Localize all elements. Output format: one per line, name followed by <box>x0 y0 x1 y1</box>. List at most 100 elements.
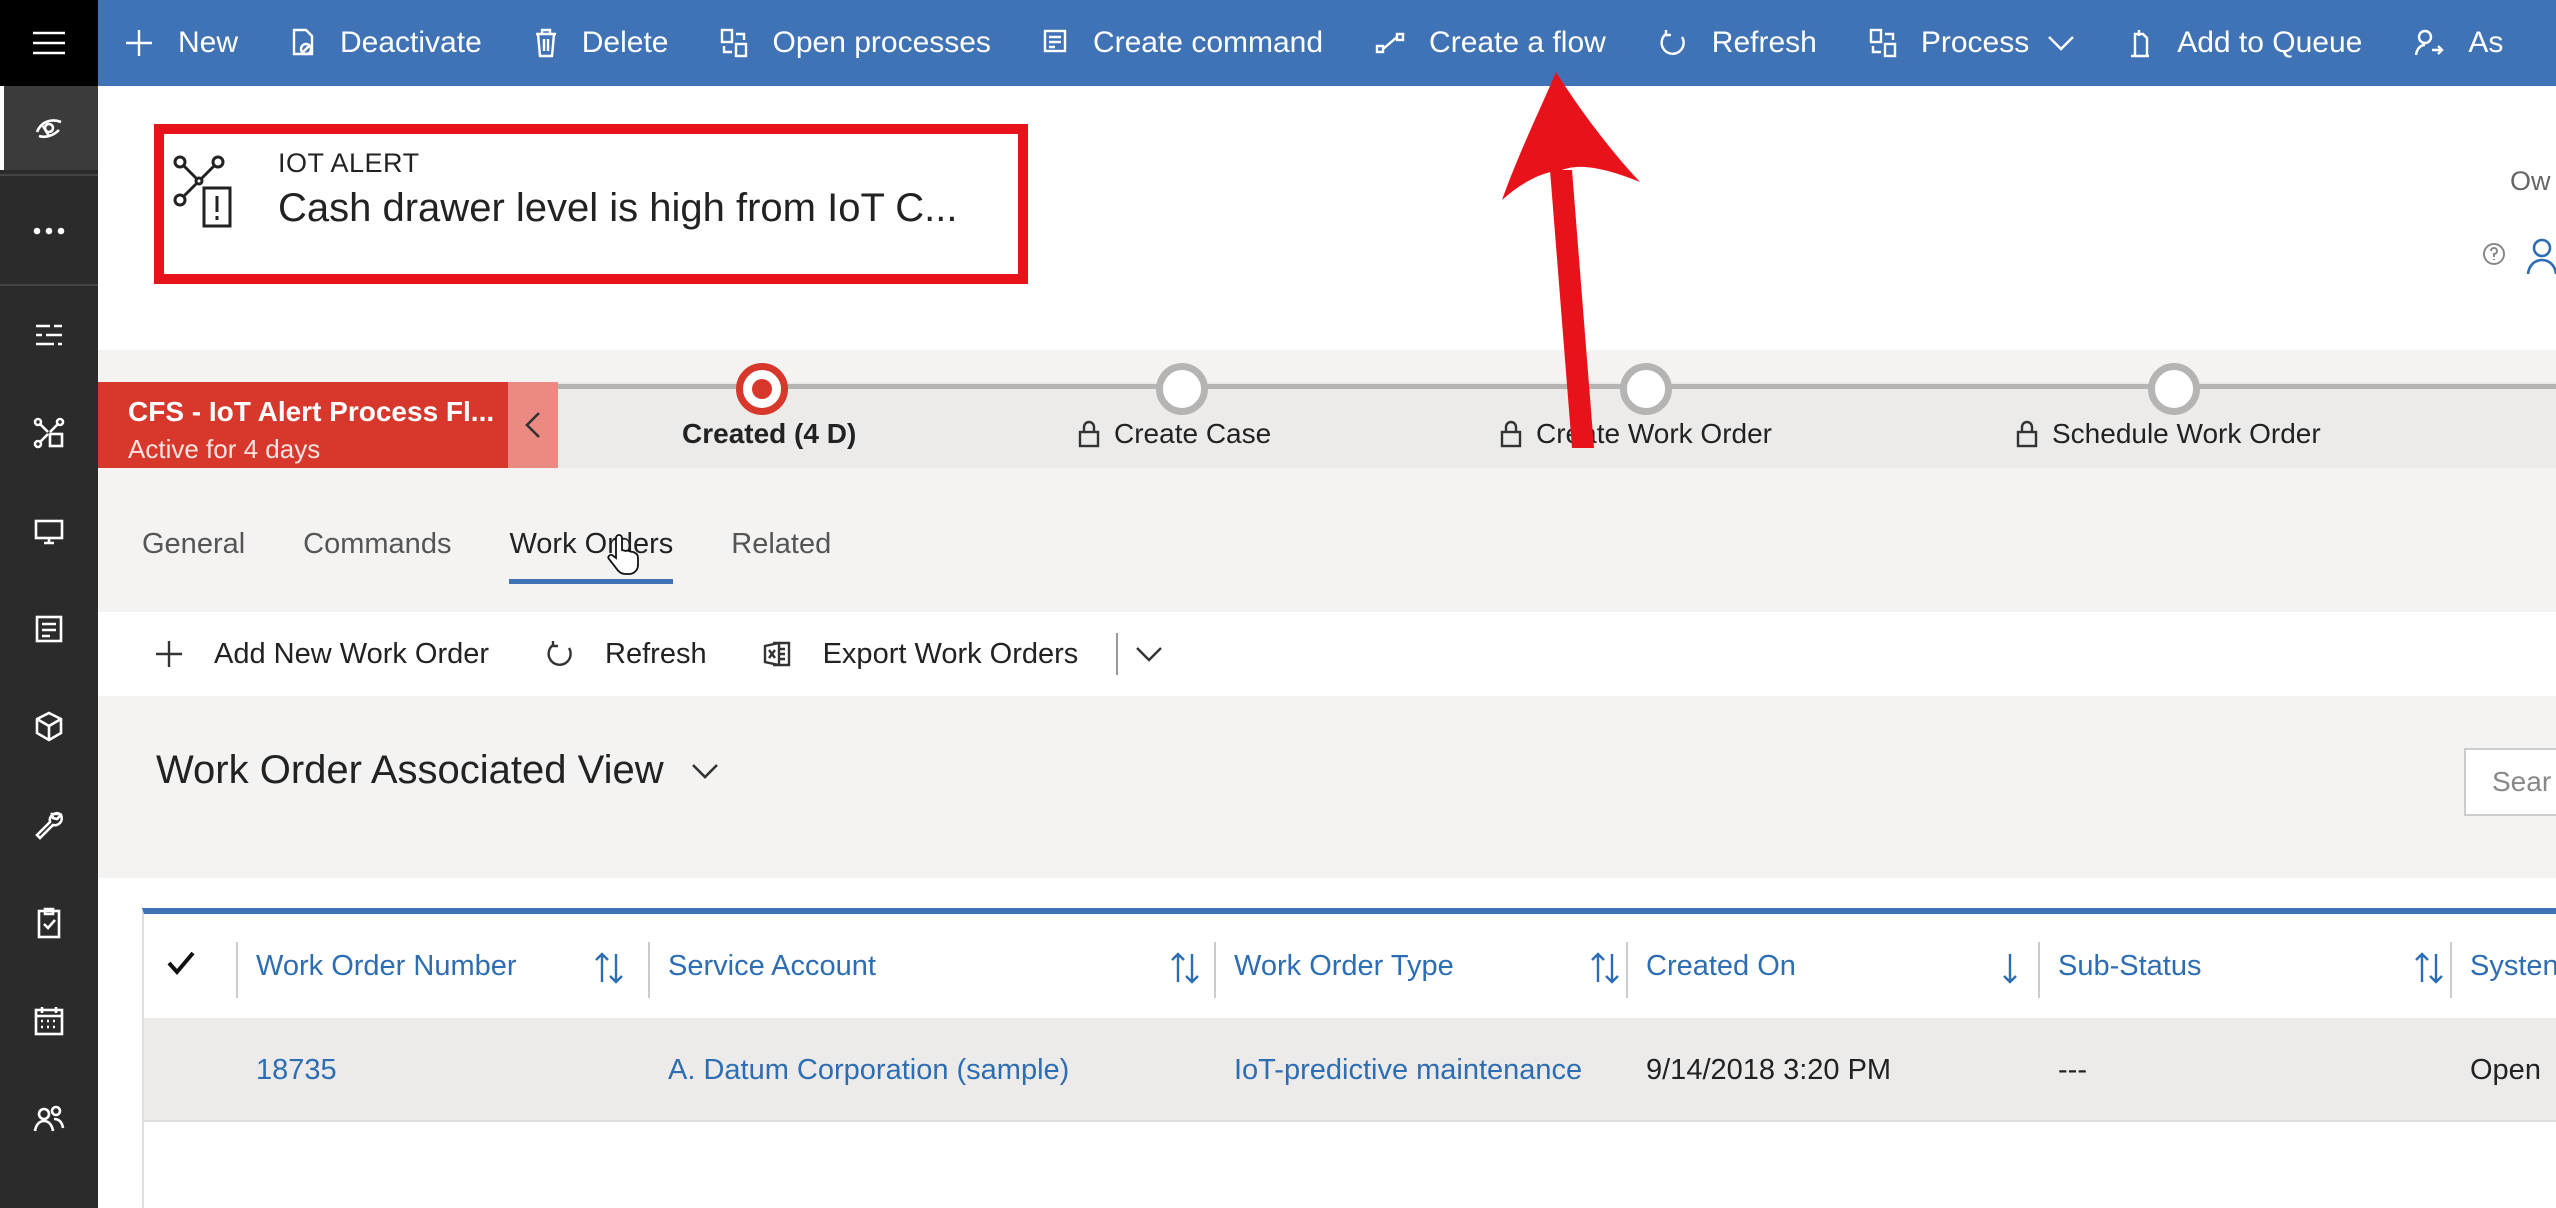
process-icon <box>1869 28 1897 58</box>
tab-work-orders[interactable]: Work Orders <box>509 512 673 584</box>
stage-node-create-case[interactable] <box>1156 363 1208 415</box>
site-map-button[interactable] <box>0 0 98 86</box>
nav-tools[interactable] <box>0 790 98 860</box>
column-work-order-number[interactable]: Work Order Number <box>236 914 623 1018</box>
view-bar: Work Order Associated View Sear <box>98 696 2556 878</box>
cell-created-on: 9/14/2018 3:20 PM <box>1646 1053 1892 1086</box>
select-all-checkbox[interactable] <box>166 950 196 981</box>
process-flow-summary[interactable]: CFS - IoT Alert Process Fl... Active for… <box>98 382 508 468</box>
owner-label: Ow <box>2510 166 2551 196</box>
entity-type-label: IOT ALERT <box>278 148 420 178</box>
column-created-on[interactable]: Created On <box>1626 914 2038 1018</box>
nav-more[interactable] <box>0 196 98 266</box>
nav-work-orders[interactable] <box>0 888 98 958</box>
help-icon[interactable] <box>2482 242 2506 271</box>
command-bar: New Deactivate Delete Open processes Cre… <box>98 0 2556 86</box>
queue-icon <box>2131 30 2150 58</box>
business-process-flow: CFS - IoT Alert Process Fl... Active for… <box>98 350 2556 468</box>
plus-icon <box>156 641 182 667</box>
view-selector[interactable]: Work Order Associated View <box>156 748 720 793</box>
tab-related[interactable]: Related <box>731 512 831 584</box>
clipboard-icon <box>37 907 61 939</box>
assign-icon <box>2415 29 2445 56</box>
cell-service-account[interactable]: A. Datum Corporation (sample) <box>668 1018 1069 1122</box>
wrench-icon <box>35 811 64 840</box>
stage-label-created[interactable]: Created (4 D) <box>682 418 856 450</box>
process-stage-line <box>558 384 2556 389</box>
open-processes-button-label: Open processes <box>772 26 991 59</box>
stage-label-create-work-order[interactable]: Create Work Order <box>1500 418 1772 450</box>
refresh-button-label: Refresh <box>1711 26 1817 59</box>
export-work-orders-label: Export Work Orders <box>822 637 1079 670</box>
device-icon <box>34 519 64 545</box>
stage-create-work-order-text: Create Work Order <box>1536 418 1772 449</box>
work-orders-panel: Add New Work Order Refresh Export Work O… <box>98 612 2556 1208</box>
stage-node-create-work-order[interactable] <box>1620 363 1672 415</box>
export-work-orders-button[interactable]: Export Work Orders <box>763 638 1107 671</box>
subgrid-command-divider <box>1116 633 1119 675</box>
add-to-queue-button[interactable]: Add to Queue <box>2101 0 2388 86</box>
dashboard-icon <box>36 324 62 346</box>
process-flow-collapse-button[interactable] <box>508 382 558 468</box>
column-service-account[interactable]: Service Account <box>648 914 1208 1018</box>
search-input[interactable]: Sear <box>2464 748 2556 816</box>
stage-node-created[interactable] <box>736 363 788 415</box>
trash-icon <box>535 28 556 58</box>
stage-label-schedule-work-order[interactable]: Schedule Work Order <box>2016 418 2321 450</box>
chevron-down-icon <box>691 763 718 779</box>
open-processes-button[interactable]: Open processes <box>694 0 1016 86</box>
column-sub-status[interactable]: Sub-Status <box>2038 914 2450 1018</box>
flow-icon <box>1375 32 1405 54</box>
deactivate-button[interactable]: Deactivate <box>264 0 508 86</box>
sort-icon <box>1588 950 1622 994</box>
chevron-left-icon <box>525 412 540 438</box>
process-flow-name: CFS - IoT Alert Process Fl... <box>128 396 495 427</box>
refresh-button[interactable]: Refresh <box>1632 0 1843 86</box>
tab-general[interactable]: General <box>142 512 245 584</box>
cell-work-order-type[interactable]: IoT-predictive maintenance <box>1234 1018 1582 1122</box>
column-work-order-type[interactable]: Work Order Type <box>1214 914 1626 1018</box>
process-flow-status: Active for 4 days <box>128 434 321 464</box>
tab-commands[interactable]: Commands <box>303 512 451 584</box>
stage-created-text: Created (4 D) <box>682 418 857 449</box>
view-title: Work Order Associated View <box>156 748 664 792</box>
nav-commands[interactable] <box>0 594 98 664</box>
subgrid-refresh-label: Refresh <box>605 637 707 670</box>
hand-cursor-icon <box>606 532 640 581</box>
owner-user-icon[interactable] <box>2526 236 2556 281</box>
chevron-down-icon <box>1136 647 1163 662</box>
nav-resources[interactable] <box>0 1084 98 1154</box>
new-button-label: New <box>178 26 239 59</box>
stage-schedule-work-order-text: Schedule Work Order <box>2052 418 2321 449</box>
subgrid-refresh-button[interactable]: Refresh <box>545 638 735 671</box>
new-button[interactable]: New <box>98 0 264 86</box>
table-row[interactable]: 18735 A. Datum Corporation (sample) IoT-… <box>144 1018 2556 1122</box>
export-more-button[interactable] <box>1134 645 1164 663</box>
iot-alert-icon <box>33 417 65 449</box>
cell-work-order-number[interactable]: 18735 <box>256 1018 337 1122</box>
lock-icon <box>1500 420 1522 448</box>
sort-descending-icon <box>2000 950 2020 994</box>
add-new-work-order-button[interactable]: Add New Work Order <box>98 638 517 671</box>
nav-iot-alerts[interactable] <box>0 398 98 468</box>
nav-devices[interactable] <box>0 496 98 566</box>
stage-node-schedule-work-order[interactable] <box>2148 363 2200 415</box>
highlighted-title-area: IOT ALERT Cash drawer level is high from… <box>154 124 1028 284</box>
checkmark-icon <box>167 951 195 976</box>
nav-assets[interactable] <box>0 692 98 762</box>
form-tabs: General Commands Work Orders Related <box>98 512 845 584</box>
nav-schedule[interactable] <box>0 986 98 1056</box>
create-command-button[interactable]: Create command <box>1017 0 1349 86</box>
process-menu-button[interactable]: Process <box>1843 0 2101 86</box>
column-system-status[interactable]: Systen <box>2450 914 2556 1018</box>
work-orders-grid: Work Order Number Service Account Work O… <box>142 908 2556 1208</box>
stage-label-create-case[interactable]: Create Case <box>1078 418 1271 450</box>
create-flow-button[interactable]: Create a flow <box>1349 0 1632 86</box>
nav-dashboards[interactable] <box>0 300 98 370</box>
more-icon <box>33 227 65 235</box>
chevron-down-icon <box>2048 36 2075 51</box>
delete-button[interactable]: Delete <box>508 0 695 86</box>
assign-button[interactable]: As <box>2388 0 2529 86</box>
excel-icon <box>763 641 790 667</box>
nav-home[interactable] <box>0 86 98 170</box>
